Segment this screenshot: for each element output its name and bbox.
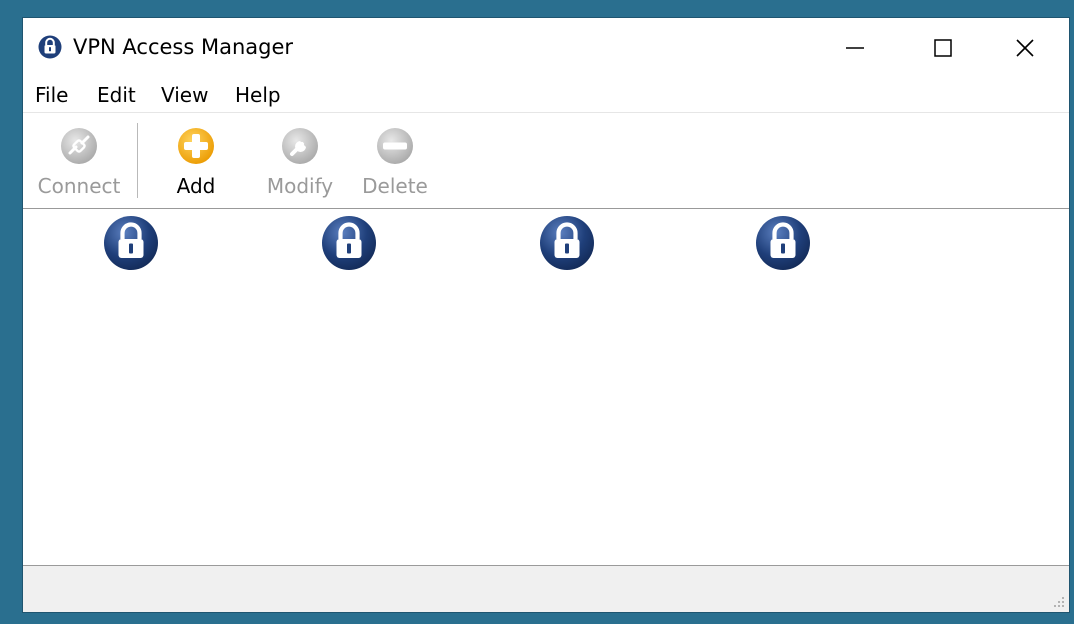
lock-icon <box>322 216 376 270</box>
toolbar-separator <box>137 123 138 198</box>
status-bar <box>23 566 1069 612</box>
connect-button[interactable]: Connect <box>27 113 131 208</box>
menu-view[interactable]: View <box>161 82 208 108</box>
connect-icon <box>61 128 97 164</box>
menu-bar: File Edit View Help <box>23 78 1069 113</box>
connect-label: Connect <box>37 174 121 198</box>
toolbar: Connect Add Modify Delete <box>23 113 1069 209</box>
wrench-icon <box>282 128 318 164</box>
menu-edit[interactable]: Edit <box>97 82 136 108</box>
resize-grip-icon[interactable] <box>1051 595 1065 609</box>
close-button[interactable] <box>981 18 1069 78</box>
close-icon <box>1016 39 1034 57</box>
modify-button[interactable]: Modify <box>257 113 343 208</box>
minimize-icon <box>846 47 864 49</box>
add-button[interactable]: Add <box>161 113 231 208</box>
menu-file[interactable]: File <box>35 82 68 108</box>
connection-item[interactable] <box>693 215 873 315</box>
connection-item[interactable] <box>477 215 657 315</box>
connection-item[interactable] <box>41 215 221 315</box>
menu-help[interactable]: Help <box>235 82 281 108</box>
lock-icon <box>756 216 810 270</box>
minus-icon <box>377 128 413 164</box>
maximize-button[interactable] <box>899 18 987 78</box>
lock-icon <box>38 35 62 59</box>
connection-item[interactable] <box>259 215 439 315</box>
minimize-button[interactable] <box>811 18 899 78</box>
lock-icon <box>540 216 594 270</box>
delete-button[interactable]: Delete <box>357 113 433 208</box>
lock-icon <box>104 216 158 270</box>
modify-label: Modify <box>266 174 334 198</box>
add-label: Add <box>176 174 216 198</box>
window-title: VPN Access Manager <box>73 35 294 59</box>
title-bar[interactable]: VPN Access Manager <box>23 18 1069 78</box>
maximize-icon <box>934 39 952 57</box>
delete-label: Delete <box>362 174 428 198</box>
add-icon <box>178 128 214 164</box>
connection-list <box>23 209 1069 566</box>
app-window: VPN Access Manager File Edit View Help C… <box>22 17 1070 613</box>
